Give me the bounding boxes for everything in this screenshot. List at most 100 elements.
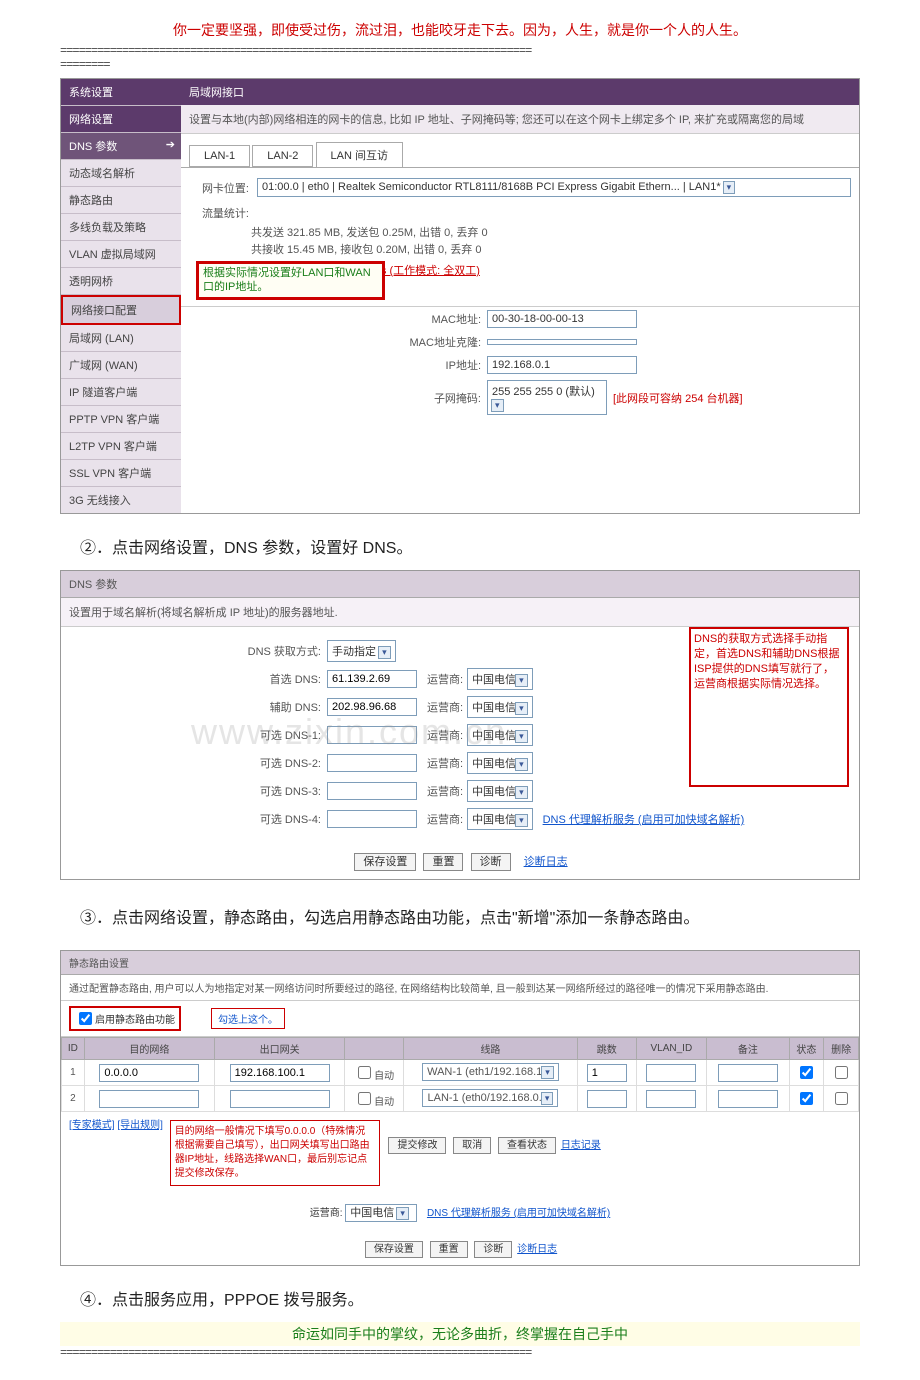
remark-input[interactable] <box>718 1090 778 1108</box>
table-header: 备注 <box>707 1038 789 1060</box>
delete-checkbox[interactable] <box>835 1092 848 1105</box>
proxy-link[interactable]: DNS 代理解析服务 (启用可加快域名解析) <box>543 811 745 827</box>
sidebar-item-l2tp[interactable]: L2TP VPN 客户端 <box>61 433 181 460</box>
card-select[interactable]: 01:00.0 | eth0 | Realtek Semiconductor R… <box>257 178 851 197</box>
op-value: 中国电信 <box>350 1207 394 1219</box>
dns-method-select[interactable]: 手动指定 ▾ <box>327 640 396 662</box>
sidebar-item-static-route[interactable]: 静态路由 <box>61 187 181 214</box>
sidebar-item-3g[interactable]: 3G 无线接入 <box>61 487 181 513</box>
footer-quote: 命运如同手中的掌纹，无论多曲折，终掌握在自己手中 <box>60 1322 860 1346</box>
save-button[interactable]: 保存设置 <box>365 1241 423 1258</box>
dns-op-select[interactable]: 中国电信▾ <box>467 808 533 830</box>
sidebar-item-interface-config[interactable]: 网络接口配置 <box>61 295 181 325</box>
sidebar: 系统设置 网络设置 DNS 参数 动态域名解析 静态路由 多线负载及策略 VLA… <box>61 79 181 513</box>
dns-label: 辅助 DNS: <box>61 699 327 715</box>
op-label: 运营商: <box>310 1208 343 1219</box>
divider: ========================================… <box>60 44 860 58</box>
auto-checkbox[interactable] <box>358 1092 371 1105</box>
gw-input[interactable] <box>230 1064 330 1082</box>
line-select[interactable]: WAN-1 (eth1/192.168.1▾ <box>422 1063 559 1081</box>
expert-link[interactable]: [专家模式] <box>69 1120 115 1131</box>
ip-input[interactable]: 192.168.0.1 <box>487 356 637 374</box>
sidebar-item-dns[interactable]: DNS 参数 <box>61 133 181 160</box>
dns-input[interactable] <box>327 810 417 828</box>
mask-select[interactable]: 255 255 255 0 (默认) ▾ <box>487 380 607 415</box>
hop-input[interactable] <box>587 1090 627 1108</box>
dest-input[interactable] <box>99 1090 199 1108</box>
route-panel: 静态路由设置 通过配置静态路由, 用户可以人为地指定对某一网络访问时所要经过的路… <box>60 950 860 1266</box>
dns-input[interactable] <box>327 754 417 772</box>
sidebar-item-network[interactable]: 网络设置 <box>61 106 181 133</box>
dns-op-select[interactable]: 中国电信▾ <box>467 752 533 774</box>
status-checkbox[interactable] <box>800 1092 813 1105</box>
dns-input[interactable] <box>327 670 417 688</box>
submit-button[interactable]: 提交修改 <box>388 1137 446 1154</box>
tab-lan-inter[interactable]: LAN 间互访 <box>316 142 403 168</box>
diagnose-button[interactable]: 诊断 <box>471 853 511 871</box>
sidebar-item-multiline[interactable]: 多线负载及策略 <box>61 214 181 241</box>
sidebar-item-tunnel[interactable]: IP 隧道客户端 <box>61 379 181 406</box>
route-advice: 目的网络一般情况下填写0.0.0.0（特殊情况根据需要自己填写），出口网关填写出… <box>170 1120 380 1186</box>
export-link[interactable]: [导出规则] <box>117 1120 163 1131</box>
dns-input[interactable] <box>327 698 417 716</box>
status-button[interactable]: 查看状态 <box>498 1137 556 1154</box>
status-checkbox[interactable] <box>800 1066 813 1079</box>
dns-input[interactable] <box>327 782 417 800</box>
chevron-down-icon: ▾ <box>396 1207 409 1220</box>
dns-input[interactable] <box>327 726 417 744</box>
log-link[interactable]: 诊断日志 <box>524 856 568 868</box>
gw-input[interactable] <box>230 1090 330 1108</box>
mask-label: 子网掩码: <box>181 390 487 406</box>
op-select[interactable]: 中国电信 ▾ <box>345 1204 417 1222</box>
tab-lan1[interactable]: LAN-1 <box>189 145 250 167</box>
sidebar-item-sslvpn[interactable]: SSL VPN 客户端 <box>61 460 181 487</box>
dns-op-select[interactable]: 中国电信▾ <box>467 696 533 718</box>
table-header: 目的网络 <box>84 1038 214 1060</box>
sidebar-item-bridge[interactable]: 透明网桥 <box>61 268 181 295</box>
delete-checkbox[interactable] <box>835 1066 848 1079</box>
line-select[interactable]: LAN-1 (eth0/192.168.0.▾ <box>422 1089 558 1107</box>
auto-checkbox[interactable] <box>358 1066 371 1079</box>
check-note: 勾选上这个。 <box>211 1008 285 1029</box>
vlan-input[interactable] <box>646 1064 696 1082</box>
sidebar-item-ddns[interactable]: 动态域名解析 <box>61 160 181 187</box>
mask-note: [此网段可容纳 254 台机器] <box>613 390 743 406</box>
reset-button[interactable]: 重置 <box>430 1241 468 1258</box>
stats-line2: 共接收 15.45 MB, 接收包 0.20M, 出错 0, 丢弃 0 <box>181 242 859 259</box>
dest-input[interactable] <box>99 1064 199 1082</box>
dns-label: 可选 DNS-3: <box>61 783 327 799</box>
dns-op-select[interactable]: 中国电信▾ <box>467 668 533 690</box>
mac-input[interactable]: 00-30-18-00-00-13 <box>487 310 637 328</box>
dns-op-select[interactable]: 中国电信▾ <box>467 724 533 746</box>
table-header: 线路 <box>403 1038 577 1060</box>
table-header: ID <box>62 1038 85 1060</box>
chevron-down-icon: ▾ <box>378 646 391 659</box>
dns-op-select[interactable]: 中国电信▾ <box>467 780 533 802</box>
dns-method-value: 手动指定 <box>332 646 376 658</box>
tab-lan2[interactable]: LAN-2 <box>252 145 313 167</box>
lan-panel: 系统设置 网络设置 DNS 参数 动态域名解析 静态路由 多线负载及策略 VLA… <box>60 78 860 514</box>
chevron-down-icon: ▾ <box>723 181 736 194</box>
divider: ========================================… <box>60 1346 860 1360</box>
route-log-link[interactable]: 日志记录 <box>561 1140 601 1151</box>
chevron-down-icon: ▾ <box>491 399 504 412</box>
diagnose-button[interactable]: 诊断 <box>474 1241 512 1258</box>
mac-clone-input[interactable] <box>487 339 637 345</box>
sidebar-item-wan[interactable]: 广域网 (WAN) <box>61 352 181 379</box>
reset-button[interactable]: 重置 <box>423 853 463 871</box>
sidebar-item-pptp[interactable]: PPTP VPN 客户端 <box>61 406 181 433</box>
sidebar-item-system[interactable]: 系统设置 <box>61 79 181 106</box>
sidebar-item-lan[interactable]: 局域网 (LAN) <box>61 325 181 352</box>
sidebar-item-vlan[interactable]: VLAN 虚拟局域网 <box>61 241 181 268</box>
cancel-button[interactable]: 取消 <box>453 1137 491 1154</box>
stats-line1: 共发送 321.85 MB, 发送包 0.25M, 出错 0, 丢弃 0 <box>181 225 859 242</box>
remark-input[interactable] <box>718 1064 778 1082</box>
step-2-text: ②．点击网络设置，DNS 参数，设置好 DNS。 <box>80 534 860 558</box>
proxy-link[interactable]: DNS 代理解析服务 (启用可加快域名解析) <box>427 1208 610 1219</box>
enable-checkbox[interactable] <box>79 1012 92 1025</box>
vlan-input[interactable] <box>646 1090 696 1108</box>
bottom-log-link[interactable]: 诊断日志 <box>517 1244 557 1255</box>
hop-input[interactable] <box>587 1064 627 1082</box>
lan-callout: 根据实际情况设置好LAN口和WAN口的IP地址。 <box>196 261 385 300</box>
save-button[interactable]: 保存设置 <box>354 853 416 871</box>
